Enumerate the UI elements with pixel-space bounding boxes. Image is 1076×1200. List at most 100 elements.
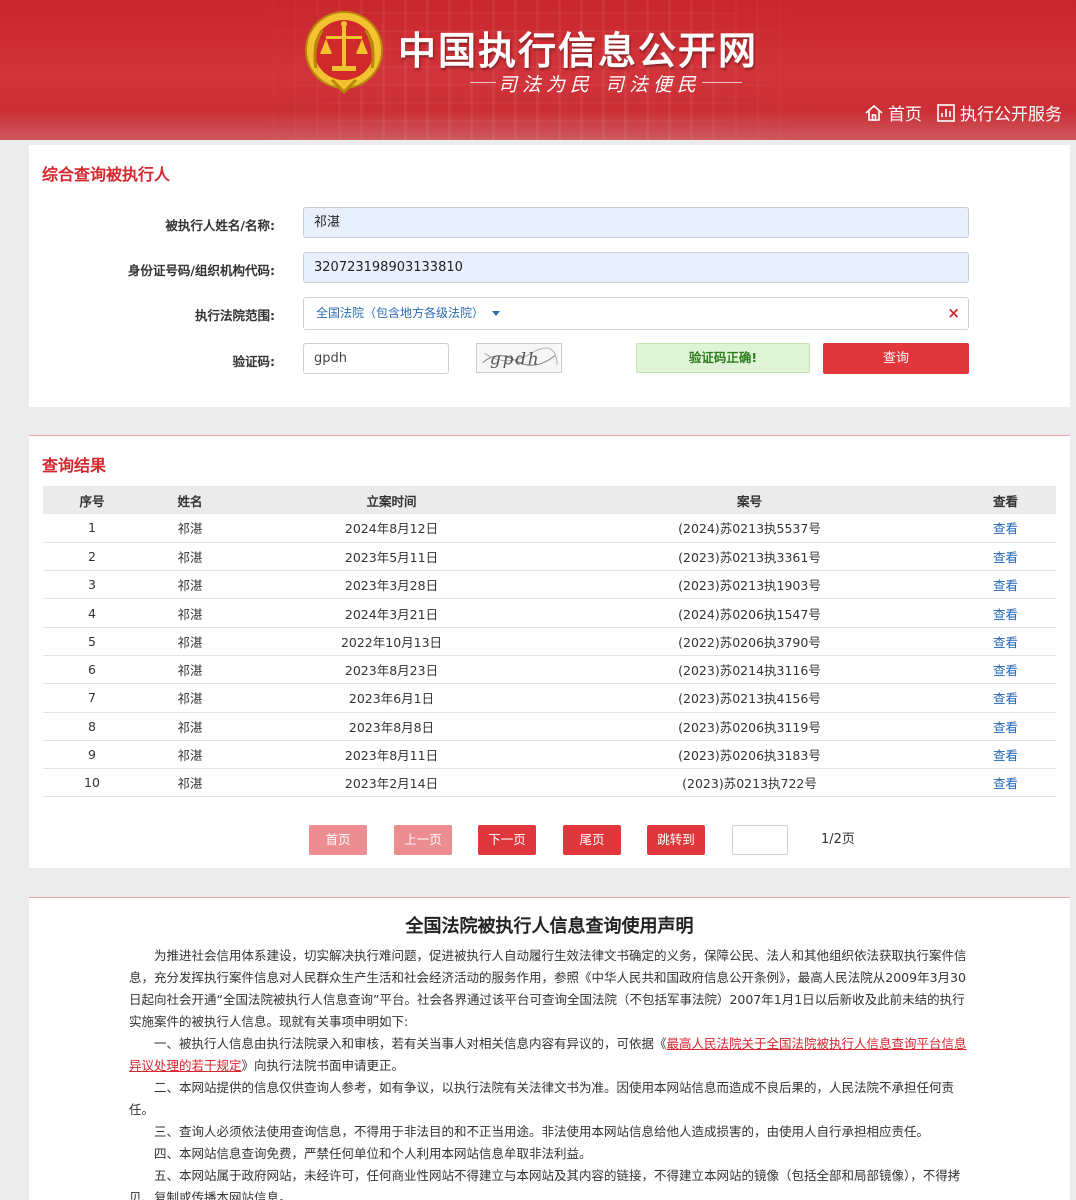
cell-index: 6 [43,655,141,685]
cell-index: 2 [43,542,141,572]
table-header-row: 序号 姓名 立案时间 案号 查看 [43,486,1056,514]
col-date: 立案时间 [239,486,544,514]
view-link[interactable]: 查看 [993,776,1018,791]
cell-date: 2024年8月12日 [239,514,544,543]
cell-name: 祁湛 [141,542,239,572]
cell-date: 2023年8月11日 [239,740,544,770]
id-input[interactable]: 320723198903133810 [303,252,969,283]
cell-case-no: (2023)苏0206执3183号 [544,740,955,770]
statement-item-3: 三、查询人必须依法使用查询信息，不得用于非法目的和不正当用途。非法使用本网站信息… [154,1124,930,1139]
view-link[interactable]: 查看 [993,691,1018,706]
court-emblem-icon [305,11,383,95]
court-select[interactable]: 全国法院（包含地方各级法院） × [303,297,969,330]
view-link[interactable]: 查看 [993,663,1018,678]
cell-index: 8 [43,712,141,741]
table-row: 7 祁湛 2023年6月1日 (2023)苏0213执4156号 查看 [43,683,1056,713]
captcha-label: 验证码: [232,354,276,369]
home-icon [865,104,883,121]
cell-case-no: (2023)苏0214执3116号 [544,655,955,685]
statement-item-2: 二、本网站提供的信息仅供查询人参考，如有争议，以执行法院有关法律文书为准。因使用… [129,1080,955,1117]
jump-button[interactable]: 跳转到 [647,825,705,855]
view-link[interactable]: 查看 [993,607,1018,622]
search-panel: 综合查询被执行人 被执行人姓名/名称: 祁湛 身份证号码/组织机构代码: 320… [29,145,1070,407]
cell-name: 祁湛 [141,655,239,685]
cell-date: 2023年6月1日 [239,683,544,713]
statement-item-1: 一、被执行人信息由执行法院录入和审核，若有关当事人对相关信息内容有异议的，可依据… [129,1036,967,1073]
caret-down-icon [492,311,501,316]
name-label: 被执行人姓名/名称: [165,218,275,233]
bar-chart-icon [937,103,955,122]
view-link[interactable]: 查看 [993,748,1018,763]
cell-name: 祁湛 [141,712,239,741]
page-number-input[interactable] [732,825,788,855]
table-row: 3 祁湛 2023年3月28日 (2023)苏0213执1903号 查看 [43,570,1056,600]
statement-title: 全国法院被执行人信息查询使用声明 [405,916,694,937]
col-name: 姓名 [141,486,239,514]
captcha-input[interactable]: gpdh [303,343,449,374]
page-info: 1/2页 [821,832,855,847]
cell-index: 10 [43,768,141,798]
cell-index: 7 [43,683,141,713]
table-row: 9 祁湛 2023年8月11日 (2023)苏0206执3183号 查看 [43,740,1056,770]
cell-date: 2023年3月28日 [239,570,544,600]
court-label: 执行法院范围: [195,308,275,323]
prev-page-button[interactable]: 上一页 [394,825,452,855]
cell-case-no: (2023)苏0213执3361号 [544,542,955,572]
clear-icon[interactable]: × [947,298,960,329]
nav-home[interactable]: 首页 [864,100,922,125]
table-row: 6 祁湛 2023年8月23日 (2023)苏0214执3116号 查看 [43,655,1056,685]
cell-index: 5 [43,627,141,656]
statement-intro: 为推进社会信用体系建设，切实解决执行难问题，促进被执行人自动履行生效法律文书确定… [129,948,967,1029]
results-panel: 查询结果 序号 姓名 立案时间 案号 查看 1 祁湛 2024年8月12日 (2… [29,435,1070,868]
cell-date: 2022年10月13日 [239,627,544,656]
court-select-value: 全国法院（包含地方各级法院） [316,306,485,320]
captcha-image[interactable]: gpdh [476,343,562,373]
statement-panel: 全国法院被执行人信息查询使用声明 为推进社会信用体系建设，切实解决执行难问题，促… [29,897,1070,1200]
captcha-image-text: gpdh [490,349,541,369]
statement-item-5: 五、本网站属于政府网站，未经许可，任何商业性网站不得建立与本网站及其内容的链接，… [129,1168,961,1200]
id-label: 身份证号码/组织机构代码: [127,263,275,278]
col-index: 序号 [43,486,141,514]
site-header: 中国执行信息公开网 司法为民 司法便民 首页 执行公开服务 [0,0,1076,140]
view-link[interactable]: 查看 [993,521,1018,536]
view-link[interactable]: 查看 [993,578,1018,593]
cell-case-no: (2022)苏0206执3790号 [544,627,955,656]
cell-date: 2023年8月8日 [239,712,544,741]
cell-case-no: (2023)苏0206执3119号 [544,712,955,741]
top-nav: 首页 执行公开服务 [864,100,1062,125]
table-row: 5 祁湛 2022年10月13日 (2022)苏0206执3790号 查看 [43,627,1056,656]
first-page-button[interactable]: 首页 [309,825,367,855]
site-slogan: 司法为民 司法便民 [498,74,702,96]
site-title: 中国执行信息公开网 [398,29,759,73]
table-row: 4 祁湛 2024年3月21日 (2024)苏0206执1547号 查看 [43,598,1056,628]
statement-body: 为推进社会信用体系建设，切实解决执行难问题，促进被执行人自动履行生效法律文书确定… [129,945,969,1200]
query-button[interactable]: 查询 [823,343,969,374]
name-input[interactable]: 祁湛 [303,207,969,238]
results-table: 序号 姓名 立案时间 案号 查看 1 祁湛 2024年8月12日 (2024)苏… [43,486,1056,798]
cell-name: 祁湛 [141,740,239,770]
cell-date: 2024年3月21日 [239,598,544,628]
cell-date: 2023年2月14日 [239,768,544,798]
cell-name: 祁湛 [141,683,239,713]
results-section-title: 查询结果 [42,456,107,475]
captcha-status: 验证码正确! [636,343,810,373]
cell-name: 祁湛 [141,570,239,600]
cell-name: 祁湛 [141,627,239,656]
table-row: 8 祁湛 2023年8月8日 (2023)苏0206执3119号 查看 [43,712,1056,741]
cell-case-no: (2024)苏0213执5537号 [544,514,955,543]
view-link[interactable]: 查看 [993,635,1018,650]
col-view: 查看 [955,486,1056,514]
cell-name: 祁湛 [141,514,239,543]
last-page-button[interactable]: 尾页 [563,825,621,855]
cell-name: 祁湛 [141,768,239,798]
view-link[interactable]: 查看 [993,720,1018,735]
cell-date: 2023年5月11日 [239,542,544,572]
next-page-button[interactable]: 下一页 [478,825,536,855]
search-section-title: 综合查询被执行人 [42,165,171,184]
nav-execution-service[interactable]: 执行公开服务 [936,100,1062,125]
statement-item-4: 四、本网站信息查询免费，严禁任何单位和个人利用本网站信息牟取非法利益。 [154,1146,592,1161]
nav-home-label: 首页 [888,105,922,125]
cell-case-no: (2023)苏0213执1903号 [544,570,955,600]
view-link[interactable]: 查看 [993,550,1018,565]
col-case-no: 案号 [544,486,955,514]
